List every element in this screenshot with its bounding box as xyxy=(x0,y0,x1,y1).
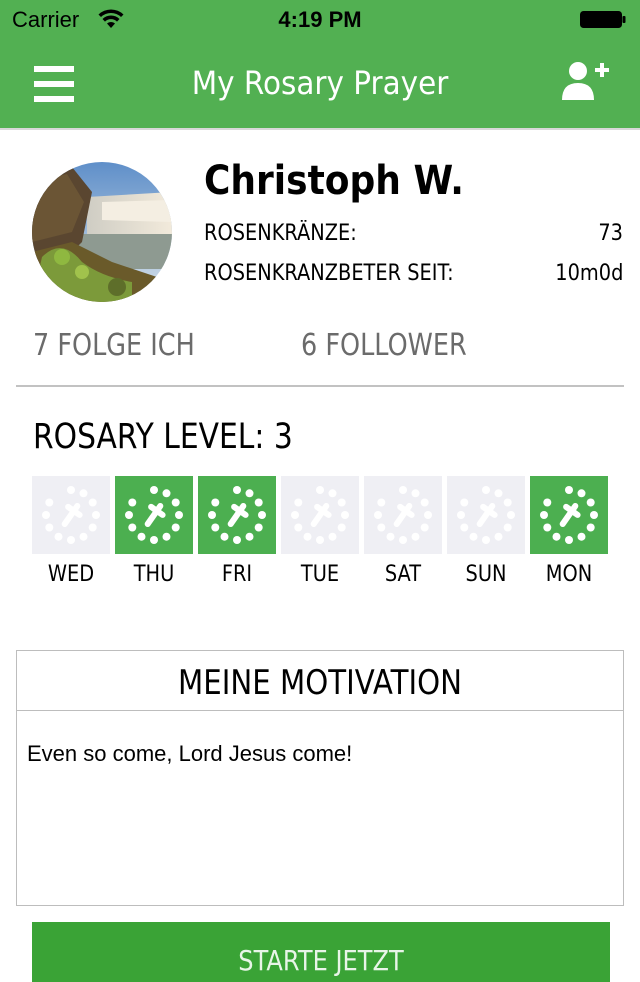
start-now-label: STARTE JETZT xyxy=(238,944,404,977)
page-title: My Rosary Prayer xyxy=(191,64,449,102)
section-divider xyxy=(16,385,624,387)
rosary-beads-icon xyxy=(125,486,183,544)
day-label: SUN xyxy=(465,562,507,587)
motivation-header: MEINE MOTIVATION xyxy=(17,651,623,711)
rosary-done-icon xyxy=(198,476,276,554)
day-label: FRI xyxy=(221,562,253,587)
rosary-beads-icon xyxy=(42,486,100,544)
rosaries-value: 73 xyxy=(598,221,623,246)
day-tile-wed[interactable]: WED xyxy=(32,476,110,587)
day-label: WED xyxy=(47,562,95,587)
day-tile-sat[interactable]: SAT xyxy=(364,476,442,587)
motivation-text[interactable]: Even so come, Lord Jesus come! xyxy=(27,741,352,767)
praying-since-label: ROSENKRANZBETER SEIT: xyxy=(204,261,454,286)
rosary-beads-icon xyxy=(208,486,266,544)
profile-name: Christoph W. xyxy=(204,158,464,204)
status-bar: Carrier 4:19 PM xyxy=(0,0,640,40)
status-time: 4:19 PM xyxy=(278,7,362,32)
day-label: THU xyxy=(133,562,175,587)
waterfall-landscape-photo xyxy=(32,162,172,302)
praying-since-value: 10m0d xyxy=(554,261,623,286)
day-label: TUE xyxy=(300,562,340,587)
rosary-pending-icon xyxy=(32,476,110,554)
rosaries-label: ROSENKRÄNZE: xyxy=(204,221,357,246)
rosary-pending-icon xyxy=(447,476,525,554)
top-bar: Carrier 4:19 PM My Rosary Prayer xyxy=(0,0,640,128)
day-label: SAT xyxy=(384,562,422,587)
rosary-beads-icon xyxy=(540,486,598,544)
rosary-pending-icon xyxy=(281,476,359,554)
rosary-days: WED THU FRI TUE SAT SUN MON xyxy=(32,476,612,587)
avatar[interactable] xyxy=(32,162,172,302)
day-tile-thu[interactable]: THU xyxy=(115,476,193,587)
rosary-pending-icon xyxy=(364,476,442,554)
rosary-beads-icon xyxy=(374,486,432,544)
start-now-button[interactable]: STARTE JETZT xyxy=(32,922,610,982)
day-tile-tue[interactable]: TUE xyxy=(281,476,359,587)
day-tile-sun[interactable]: SUN xyxy=(447,476,525,587)
motivation-title: MEINE MOTIVATION xyxy=(178,663,462,703)
motivation-card: MEINE MOTIVATION Even so come, Lord Jesu… xyxy=(16,650,624,906)
followers-link[interactable]: 6 FOLLOWER xyxy=(301,328,467,363)
day-tile-mon[interactable]: MON xyxy=(530,476,608,587)
day-tile-fri[interactable]: FRI xyxy=(198,476,276,587)
nav-bar: My Rosary Prayer xyxy=(0,40,640,128)
add-user-icon xyxy=(562,62,609,100)
battery-full-icon xyxy=(580,11,626,28)
nav-divider xyxy=(0,128,640,130)
following-link[interactable]: 7 FOLGE ICH xyxy=(33,328,195,363)
rosary-beads-icon xyxy=(457,486,515,544)
day-label: MON xyxy=(545,562,593,587)
rosary-done-icon xyxy=(530,476,608,554)
rosary-beads-icon xyxy=(291,486,349,544)
rosary-done-icon xyxy=(115,476,193,554)
rosary-level: ROSARY LEVEL: 3 xyxy=(33,417,293,457)
add-user-button[interactable] xyxy=(558,58,614,104)
